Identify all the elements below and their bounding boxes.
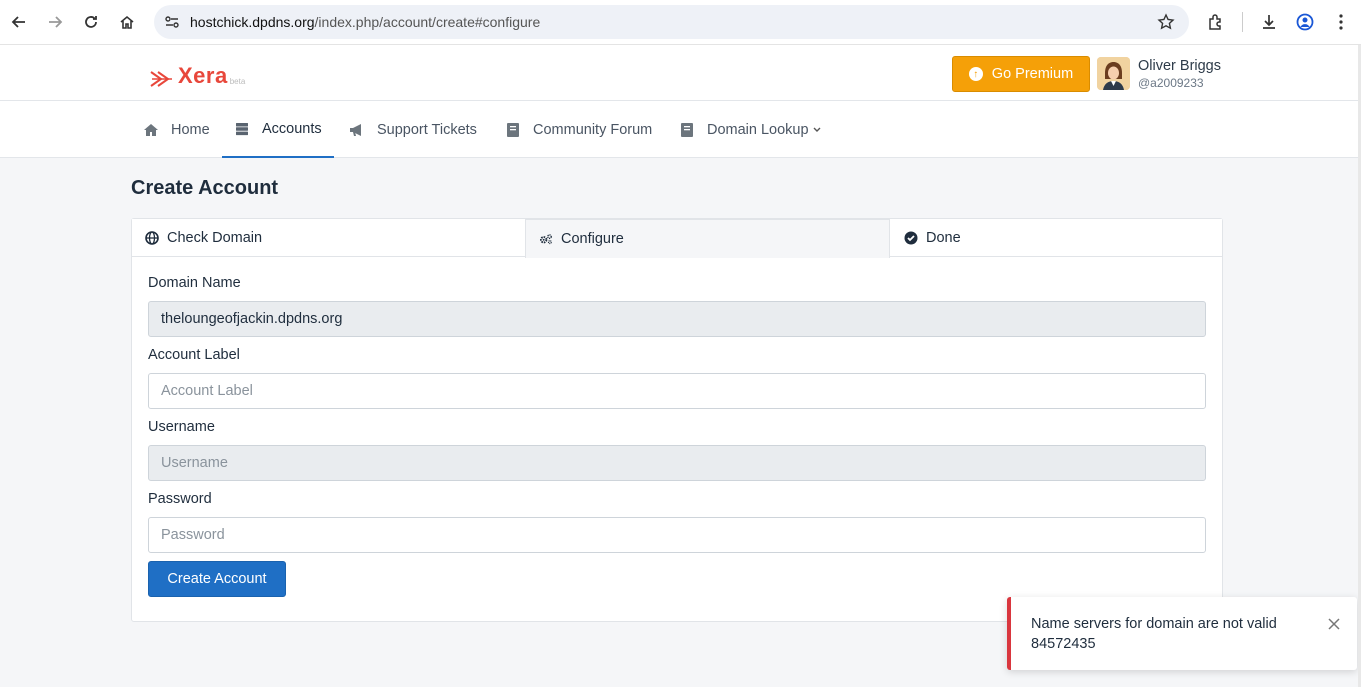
nav-item-label: Domain Lookup [707,121,809,138]
nav-item-domain-lookup[interactable]: Domain Lookup [679,101,821,158]
extensions-icon[interactable] [1205,11,1227,33]
username-field[interactable] [148,445,1206,481]
arrow-up-circle-icon: ↑ [968,67,983,81]
create-account-card [131,218,1223,622]
cogs-icon [539,232,553,246]
site-settings-icon[interactable] [163,13,181,31]
logo[interactable]: Xera beta [150,63,245,89]
chevron-down-icon [813,125,821,135]
user-name: Oliver Briggs [1138,58,1221,74]
url-path: /index.php/account/create#configure [314,14,541,30]
logo-text: Xera [178,63,228,88]
tab-label: Check Domain [167,230,263,246]
domain-name-field[interactable] [148,301,1206,337]
server-icon [234,121,250,137]
book-icon [679,122,695,138]
back-icon[interactable] [8,11,30,33]
toolbar-separator [1242,12,1243,32]
page-title: Create Account [131,177,279,199]
nav-item-home[interactable]: Home [143,101,210,158]
globe-icon [145,231,159,245]
account-label-field[interactable] [148,373,1206,409]
browser-toolbar: hostchick.dpdns.org/index.php/account/cr… [0,0,1361,45]
error-toast: Name servers for domain are not valid 84… [1007,597,1357,670]
home-icon[interactable] [116,11,138,33]
nav-item-label: Accounts [262,120,322,137]
book-icon [505,122,521,138]
address-bar[interactable]: hostchick.dpdns.org/index.php/account/cr… [154,5,1189,39]
tab-label: Configure [561,231,624,247]
menu-icon[interactable] [1330,11,1352,33]
toast-message: Name servers for domain are not valid 84… [1031,616,1277,652]
domain-name-label: Domain Name [148,275,241,291]
tab-check-domain[interactable]: Check Domain [132,219,525,257]
tab-done[interactable]: Done [891,219,1222,257]
url-text: hostchick.dpdns.org/index.php/account/cr… [190,14,540,30]
tab-label: Done [926,230,961,246]
logo-mark-icon [150,71,172,87]
username-label: Username [148,419,215,435]
profile-icon[interactable] [1294,11,1316,33]
home-icon [143,122,159,138]
go-premium-button[interactable]: ↑ Go Premium [952,56,1090,92]
forward-icon[interactable] [44,11,66,33]
account-label-label: Account Label [148,347,240,363]
bookmark-star-icon[interactable] [1157,13,1175,31]
nav-item-accounts[interactable]: Accounts [222,101,334,158]
logo-badge: beta [229,77,246,86]
url-host: hostchick.dpdns.org [190,14,315,30]
nav-item-label: Community Forum [533,121,653,138]
user-handle: @a2009233 [1138,76,1204,90]
nav-item-community-forum[interactable]: Community Forum [505,101,652,158]
password-label: Password [148,491,212,507]
tab-configure[interactable]: Configure [525,219,890,258]
nav-item-support-tickets[interactable]: Support Tickets [349,101,477,158]
create-account-button[interactable]: Create Account [148,561,286,597]
megaphone-icon [349,122,365,138]
nav-item-label: Support Tickets [377,121,477,138]
reload-icon[interactable] [80,11,102,33]
nav-item-label: Home [171,121,210,138]
avatar[interactable] [1097,57,1130,90]
close-icon[interactable] [1327,617,1341,631]
go-premium-label: Go Premium [991,66,1074,82]
download-icon[interactable] [1258,11,1280,33]
password-field[interactable] [148,517,1206,553]
check-circle-icon [904,231,918,245]
